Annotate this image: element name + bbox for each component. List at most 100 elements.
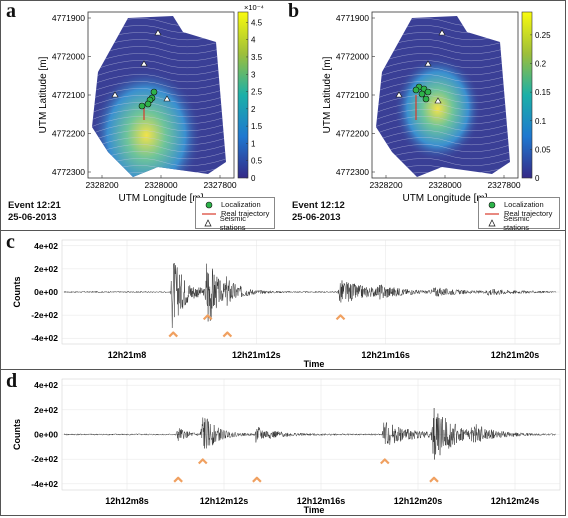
seismic-trace	[63, 263, 557, 328]
x-tick-label: 2328000	[428, 180, 461, 190]
legend-stations-b: Seismic stations	[483, 214, 555, 232]
station-triangle-icon	[200, 218, 217, 227]
event-arrow-icon	[197, 458, 208, 465]
x-axis-label: Time	[304, 359, 325, 369]
y-axis-label: Counts	[12, 277, 22, 308]
y-tick-label: 4772100	[336, 90, 369, 100]
station-triangle-icon	[483, 218, 500, 227]
legend-text: Localization	[504, 200, 544, 209]
x-tick-label: 2328000	[144, 180, 177, 190]
localization-marker	[424, 88, 432, 96]
event-arrow-icon	[173, 476, 183, 483]
x-tick-label: 12h21m12s	[232, 350, 281, 360]
y-tick-label: 4e+02	[34, 380, 58, 390]
y-axis-label: UTM Latitude [m]	[38, 56, 49, 133]
panel-separator	[0, 369, 566, 370]
y-tick-label: 4772200	[52, 129, 85, 139]
x-tick-label: 2327800	[487, 180, 520, 190]
colorbar-tick-label: 0.2	[535, 60, 547, 69]
colorbar-tick-label: 0.1	[535, 117, 547, 126]
y-tick-label: 4e+02	[34, 241, 58, 251]
trajectory-line-icon	[200, 212, 218, 216]
seismic-trace	[63, 407, 556, 460]
colorbar-tick-label: 1.5	[251, 122, 263, 131]
event-arrow-icon	[222, 331, 233, 338]
legend-a: Localization Real trajectory Seismic sta…	[195, 197, 275, 232]
y-tick-label: -4e+02	[31, 479, 58, 489]
colorbar-tick-label: 0.25	[535, 31, 551, 40]
colorbar	[237, 11, 249, 179]
seismogram-d: 4e+02 2e+02 0e+00 -2e+02 -4e+02 12h12m8s 12h12…	[12, 378, 561, 515]
y-tick-label: 4772200	[336, 129, 369, 139]
x-axis-label: UTM Longitude [m]	[402, 193, 487, 204]
colorbar-tick-label: 0	[535, 174, 540, 183]
y-axis-label: Counts	[12, 419, 22, 450]
x-tick-label: 12h12m24s	[491, 496, 540, 506]
legend-localization-a: Localization	[200, 200, 270, 209]
x-tick-label: 12h12m12s	[200, 496, 249, 506]
seismogram-c: 4e+02 2e+02 0e+00 -2e+02 -4e+02 12h21m8 12h21m…	[12, 239, 561, 369]
localization-marker	[150, 88, 158, 96]
legend-stations-a: Seismic stations	[200, 214, 270, 232]
y-tick-label: -2e+02	[31, 454, 58, 464]
localization-marker	[144, 100, 152, 108]
localization-marker-icon	[200, 201, 218, 209]
y-tick-label: 0e+00	[34, 287, 58, 297]
trajectory-line-icon	[483, 212, 501, 216]
colorbar-tick-label: 2.5	[251, 88, 263, 97]
y-tick-label: 4771900	[336, 13, 369, 23]
event-arrow-icon	[252, 476, 262, 483]
x-tick-label: 12h12m8s	[105, 496, 149, 506]
y-tick-label: 4772300	[52, 167, 85, 177]
localization-marker	[422, 95, 430, 103]
colorbar-tick-label: 0.15	[535, 88, 551, 97]
x-tick-label: 2328200	[369, 180, 402, 190]
x-tick-label: 2328200	[85, 180, 118, 190]
event-time-a: Event 12:21	[8, 200, 61, 211]
x-tick-label: 12h21m8	[108, 350, 147, 360]
x-tick-label: 12h21m20s	[491, 350, 540, 360]
localization-marker	[412, 86, 420, 94]
y-tick-label: 2e+02	[34, 405, 58, 415]
colorbar-tick-label: 4.5	[251, 18, 263, 27]
panel-separator	[0, 230, 566, 231]
x-tick-label: 12h21m16s	[361, 350, 410, 360]
event-arrow-icon	[335, 314, 346, 321]
event-label-a: Event 12:21 25-06-2013	[8, 200, 61, 224]
legend-b: Localization Real trajectory Seismic sta…	[478, 197, 560, 232]
y-tick-label: 4771900	[52, 13, 85, 23]
y-tick-label: 4772000	[336, 52, 369, 62]
colorbar-tick-label: 1	[251, 139, 256, 148]
colorbar	[521, 11, 533, 179]
colorbar-tick-label: 3.5	[251, 53, 263, 62]
event-date-b: 25-06-2013	[292, 212, 341, 223]
localization-marker	[138, 102, 146, 110]
x-axis-label: UTM Longitude [m]	[118, 193, 203, 204]
y-tick-label: 4772100	[52, 90, 85, 100]
colorbar-tick-label: 2	[251, 105, 256, 114]
legend-text: Seismic stations	[503, 213, 530, 232]
y-tick-label: -4e+02	[31, 333, 58, 343]
event-label-b: Event 12:12 25-06-2013	[292, 200, 345, 224]
colorbar-tick-label: 0.5	[251, 157, 263, 166]
colorbar-exponent: ×10⁻⁴	[244, 3, 264, 12]
localization-marker	[418, 90, 426, 98]
x-tick-label: 2327800	[203, 180, 236, 190]
y-tick-label: 2e+02	[34, 264, 58, 274]
event-arrow-icon	[380, 458, 390, 465]
colorbar-tick-label: 0.05	[535, 145, 551, 154]
x-axis-label: Time	[304, 505, 325, 515]
event-time-b: Event 12:12	[292, 200, 345, 211]
y-tick-label: -2e+02	[31, 310, 58, 320]
y-tick-label: 0e+00	[34, 430, 58, 440]
y-tick-label: 4772000	[52, 52, 85, 62]
localization-marker-icon	[483, 201, 501, 209]
colorbar-tick-label: 3	[251, 70, 256, 79]
legend-localization-b: Localization	[483, 200, 555, 209]
legend-text: Localization	[221, 200, 261, 209]
y-axis-label: UTM Latitude [m]	[322, 56, 333, 133]
legend-text: Seismic stations	[219, 213, 246, 232]
event-arrow-icon	[168, 331, 179, 338]
colorbar-tick-label: 0	[251, 174, 256, 183]
colorbar-tick-label: 4	[251, 36, 256, 45]
